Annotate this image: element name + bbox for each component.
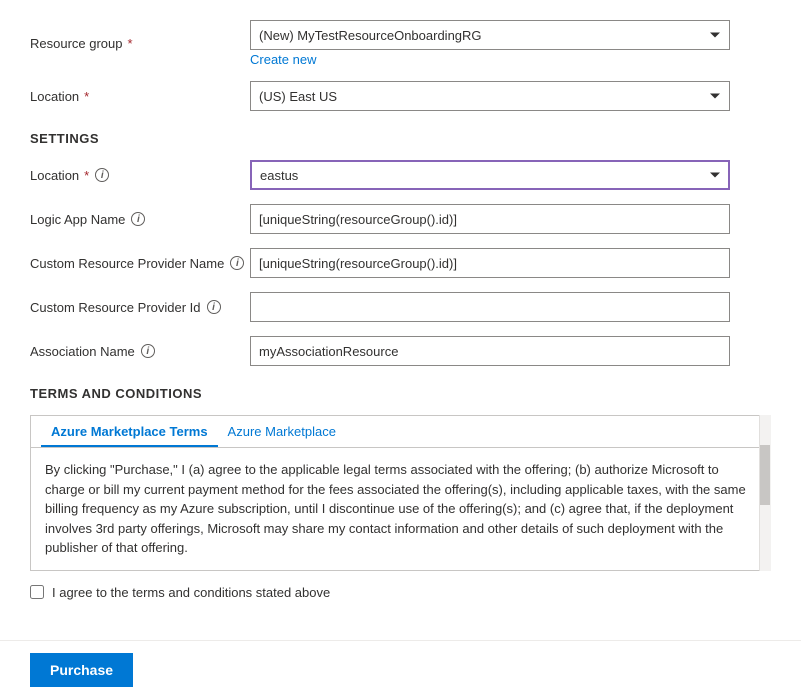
- custom-provider-name-info-icon[interactable]: i: [230, 256, 244, 270]
- location-settings-row: Location * i eastus: [30, 160, 771, 190]
- location-top-control: (US) East US: [250, 81, 730, 111]
- terms-checkbox-label: I agree to the terms and conditions stat…: [52, 585, 330, 600]
- terms-checkbox[interactable]: [30, 585, 44, 599]
- association-name-info-icon[interactable]: i: [141, 344, 155, 358]
- association-name-input[interactable]: [250, 336, 730, 366]
- terms-scrollbar-track: [759, 415, 771, 571]
- required-star: *: [128, 36, 133, 51]
- location-top-dropdown[interactable]: (US) East US: [250, 81, 730, 111]
- terms-container: Azure Marketplace Terms Azure Marketplac…: [30, 415, 771, 571]
- custom-provider-id-input[interactable]: [250, 292, 730, 322]
- tab-azure-marketplace[interactable]: Azure Marketplace: [218, 416, 346, 447]
- location-top-row: Location * (US) East US: [30, 81, 771, 111]
- association-name-control: [250, 336, 730, 366]
- bottom-bar: Purchase: [0, 640, 801, 699]
- logic-app-info-icon[interactable]: i: [131, 212, 145, 226]
- resource-group-row: Resource group * (New) MyTestResourceOnb…: [30, 20, 771, 67]
- resource-group-control: (New) MyTestResourceOnboardingRG Create …: [250, 20, 730, 67]
- custom-provider-name-row: Custom Resource Provider Name i: [30, 248, 771, 278]
- logic-app-name-input[interactable]: [250, 204, 730, 234]
- main-content: Resource group * (New) MyTestResourceOnb…: [0, 0, 801, 640]
- logic-app-name-control: [250, 204, 730, 234]
- resource-group-dropdown-wrapper: (New) MyTestResourceOnboardingRG: [250, 20, 730, 50]
- custom-provider-name-label: Custom Resource Provider Name i: [30, 256, 250, 271]
- required-star-loc-settings: *: [84, 168, 89, 183]
- create-new-link[interactable]: Create new: [250, 52, 730, 67]
- location-top-dropdown-wrapper: (US) East US: [250, 81, 730, 111]
- location-settings-dropdown-wrapper: eastus: [250, 160, 730, 190]
- resource-group-dropdown[interactable]: (New) MyTestResourceOnboardingRG: [250, 20, 730, 50]
- logic-app-name-row: Logic App Name i: [30, 204, 771, 234]
- custom-provider-id-label: Custom Resource Provider Id i: [30, 300, 250, 315]
- tab-azure-marketplace-terms[interactable]: Azure Marketplace Terms: [41, 416, 218, 447]
- terms-box: Azure Marketplace Terms Azure Marketplac…: [30, 415, 771, 571]
- logic-app-name-label: Logic App Name i: [30, 212, 250, 227]
- terms-checkbox-row: I agree to the terms and conditions stat…: [30, 585, 771, 600]
- location-settings-dropdown[interactable]: eastus: [250, 160, 730, 190]
- terms-header: TERMS AND CONDITIONS: [30, 386, 771, 401]
- terms-tabs: Azure Marketplace Terms Azure Marketplac…: [31, 416, 770, 448]
- location-settings-label: Location * i: [30, 168, 250, 183]
- location-settings-info-icon[interactable]: i: [95, 168, 109, 182]
- association-name-label: Association Name i: [30, 344, 250, 359]
- terms-body: By clicking "Purchase," I (a) agree to t…: [31, 448, 770, 570]
- terms-scrollbar-thumb[interactable]: [760, 445, 770, 505]
- location-top-label: Location *: [30, 89, 250, 104]
- purchase-button[interactable]: Purchase: [30, 653, 133, 687]
- custom-provider-name-input[interactable]: [250, 248, 730, 278]
- custom-provider-id-row: Custom Resource Provider Id i: [30, 292, 771, 322]
- custom-provider-id-info-icon[interactable]: i: [207, 300, 221, 314]
- required-star-location: *: [84, 89, 89, 104]
- location-settings-control: eastus: [250, 160, 730, 190]
- settings-header: SETTINGS: [30, 131, 771, 146]
- custom-provider-name-control: [250, 248, 730, 278]
- association-name-row: Association Name i: [30, 336, 771, 366]
- custom-provider-id-control: [250, 292, 730, 322]
- resource-group-label: Resource group *: [30, 36, 250, 51]
